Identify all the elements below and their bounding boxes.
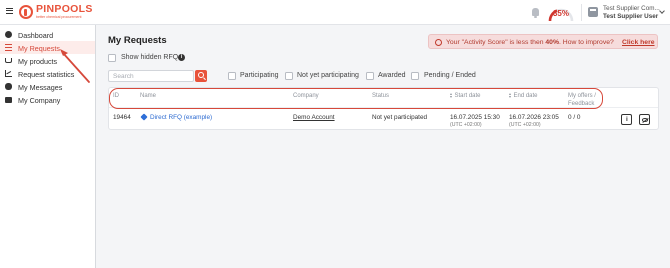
info-icon[interactable]: i xyxy=(178,54,185,61)
supplier-company-name: Test Supplier Com... xyxy=(603,5,660,12)
column-header-id[interactable]: ID xyxy=(113,92,119,100)
show-hidden-label: Show hidden RFQ xyxy=(121,54,179,61)
sidebar-item-label: Request statistics xyxy=(18,69,75,79)
filter-label: Participating xyxy=(240,72,279,79)
requests-table: ID Name Company Status Start date End da… xyxy=(108,87,659,130)
show-hidden-checkbox[interactable] xyxy=(108,54,116,62)
sidebar-item-my-messages[interactable]: My Messages xyxy=(0,80,95,93)
activity-score-alert: Your "Activity Score" is less then 40%. … xyxy=(428,34,658,49)
sidebar: Dashboard My Requests My products Reques… xyxy=(0,25,96,268)
eye-slash-icon xyxy=(641,118,648,122)
hamburger-menu-icon[interactable] xyxy=(6,8,13,14)
cell-id: 19464 xyxy=(113,114,131,121)
filter-participating-checkbox[interactable] xyxy=(228,72,236,80)
improve-link[interactable]: Click here xyxy=(622,39,655,46)
company-icon xyxy=(5,97,12,103)
sort-icon xyxy=(449,93,453,98)
logo-icon xyxy=(19,5,33,19)
company-link[interactable]: Demo Account xyxy=(293,114,335,121)
dashboard-icon xyxy=(5,31,12,38)
sidebar-item-label: My Messages xyxy=(18,82,63,92)
chevron-down-icon xyxy=(659,8,665,14)
sort-icon xyxy=(508,93,512,98)
info-icon: i xyxy=(626,115,628,123)
cell-end-timezone: (UTC +02:00) xyxy=(509,122,541,128)
cell-start-date: 16.07.2025 15:30 xyxy=(450,114,500,121)
sidebar-item-label: My products xyxy=(18,56,58,66)
sidebar-item-label: My Company xyxy=(18,95,61,105)
user-menu[interactable]: Test Supplier Com... Test Supplier User xyxy=(586,3,668,22)
cell-start-timezone: (UTC +02:00) xyxy=(450,122,482,128)
sidebar-item-label: Dashboard xyxy=(18,30,54,40)
page-title: My Requests xyxy=(108,35,167,46)
logo-name: PINPOOLS xyxy=(36,3,93,16)
filter-label: Awarded xyxy=(378,72,406,79)
bell-icon[interactable] xyxy=(532,8,539,18)
column-header-offers[interactable]: My offers / Feedback xyxy=(568,92,596,108)
cart-icon xyxy=(5,58,12,63)
divider xyxy=(581,4,582,21)
column-header-name[interactable]: Name xyxy=(140,92,156,100)
sidebar-item-my-company[interactable]: My Company xyxy=(0,93,95,106)
sidebar-item-request-statistics[interactable]: Request statistics xyxy=(0,67,95,80)
cell-end-date: 16.07.2026 23:05 xyxy=(509,114,559,121)
search-input[interactable] xyxy=(108,70,194,82)
cell-offers: 0 / 0 xyxy=(568,114,581,121)
messages-icon xyxy=(5,83,12,90)
logo[interactable]: PINPOOLS better chemical procurement xyxy=(19,3,93,21)
details-button[interactable]: i xyxy=(621,114,632,125)
filter-awarded-checkbox[interactable] xyxy=(366,72,374,80)
sidebar-item-dashboard[interactable]: Dashboard xyxy=(0,28,95,41)
activity-score-value: 35% xyxy=(552,9,569,18)
search-button[interactable] xyxy=(195,70,207,82)
sidebar-item-label: My Requests xyxy=(18,43,60,53)
rfq-name-link[interactable]: Direct RFQ (example) xyxy=(150,114,212,121)
column-header-end-date[interactable]: End date xyxy=(508,92,538,100)
rfq-icon xyxy=(140,113,148,121)
column-header-company[interactable]: Company xyxy=(293,92,319,100)
chart-icon xyxy=(5,70,12,77)
activity-score-gauge[interactable]: 35% xyxy=(546,2,576,24)
top-bar: PINPOOLS better chemical procurement 35%… xyxy=(0,0,670,25)
filter-not-yet-participating-checkbox[interactable] xyxy=(285,72,293,80)
table-row[interactable]: 19464 Direct RFQ (example) Demo Account … xyxy=(109,109,658,130)
logo-tagline: better chemical procurement xyxy=(36,14,82,19)
hide-button[interactable] xyxy=(639,114,650,125)
company-avatar-icon xyxy=(588,7,598,17)
column-header-status[interactable]: Status xyxy=(372,92,389,100)
sidebar-item-my-requests[interactable]: My Requests xyxy=(0,41,95,54)
cell-status: Not yet participated xyxy=(372,114,428,121)
frown-icon xyxy=(435,38,442,46)
alert-text: Your "Activity Score" is less then 40%. … xyxy=(446,38,614,46)
table-header: ID Name Company Status Start date End da… xyxy=(109,88,658,108)
filter-label: Not yet participating xyxy=(297,72,359,79)
column-header-start-date[interactable]: Start date xyxy=(449,92,481,100)
list-icon xyxy=(5,44,12,51)
filter-label: Pending / Ended xyxy=(424,72,476,79)
supplier-user-name: Test Supplier User xyxy=(603,13,659,20)
sidebar-item-my-products[interactable]: My products xyxy=(0,54,95,67)
filter-pending-ended-checkbox[interactable] xyxy=(411,72,419,80)
